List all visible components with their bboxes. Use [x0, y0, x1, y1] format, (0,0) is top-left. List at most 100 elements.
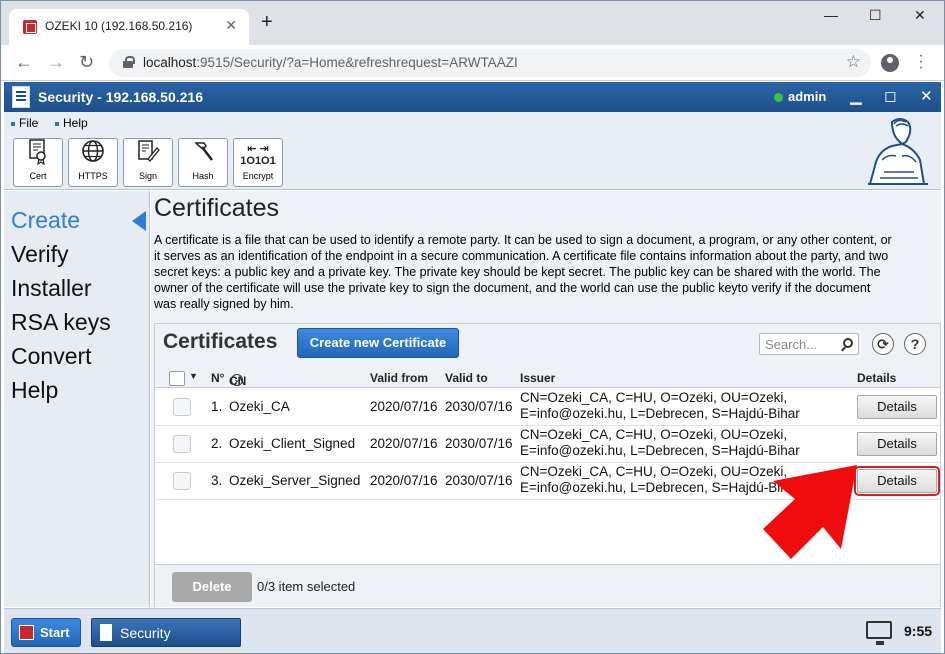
back-icon[interactable]: ← [15, 52, 33, 72]
toolbar-label: Hash [192, 171, 214, 181]
table-header: ▼ N° CN ⌄ Valid from Valid to Issuer Deta… [155, 368, 940, 388]
row-issuer: CN=Ozeki_CA, C=HU, O=Ozeki, OU=Ozeki, E=i… [520, 427, 800, 458]
row-issuer: CN=Ozeki_CA, C=HU, O=Ozeki, OU=Ozeki, E=i… [520, 464, 800, 495]
screen: OZEKI 10 (192.168.50.216) ✕ + — ☐ ✕ ← → … [0, 0, 945, 654]
active-item-arrow-icon [132, 211, 146, 231]
browser-tab[interactable]: OZEKI 10 (192.168.50.216) ✕ [9, 9, 249, 45]
row-checkbox[interactable] [173, 472, 191, 490]
select-menu-chevron-down-icon[interactable]: ▼ [189, 371, 198, 381]
user-name[interactable]: admin [788, 89, 826, 104]
row-valid-to: 2030/07/16 [445, 399, 513, 414]
help-icon: ? [910, 336, 920, 352]
address-bar[interactable]: localhost:9515/Security/?a=Home&refreshr… [109, 49, 871, 77]
create-certificate-button[interactable]: Create new Certificate [297, 328, 459, 358]
monitor-icon[interactable] [866, 621, 892, 645]
ozeki-favicon-icon [23, 20, 37, 34]
help-button[interactable]: ? [904, 333, 926, 355]
row-checkbox[interactable] [173, 435, 191, 453]
select-all-checkbox[interactable] [169, 371, 185, 386]
search-placeholder: Search... [765, 337, 818, 352]
toolbar-label: HTTPS [78, 171, 108, 181]
app-maximize-icon[interactable]: ◻ [884, 87, 896, 105]
taskbar-item-security[interactable]: Security [91, 618, 241, 647]
table-row: 1. Ozeki_CA 2020/07/16 2030/07/16 CN=Oze… [155, 389, 940, 426]
reload-icon[interactable]: ↻ [79, 52, 94, 72]
app-close-icon[interactable]: ✕ [920, 87, 933, 105]
delete-button[interactable]: Delete [172, 572, 252, 602]
row-cn: Ozeki_Server_Signed [229, 473, 361, 488]
app-title-bar: Security - 192.168.50.216 admin ▁ ◻ ✕ [4, 82, 941, 112]
security-app-icon [12, 86, 30, 108]
forward-icon[interactable]: → [47, 52, 65, 72]
row-issuer: CN=Ozeki_CA, C=HU, O=Ozeki, OU=Ozeki, E=i… [520, 390, 800, 421]
toolbar-sign-button[interactable]: Sign [123, 138, 173, 187]
sidebar-item-verify[interactable]: Verify [11, 241, 69, 268]
red-pointer-arrow-icon [763, 465, 857, 559]
row-valid-from: 2020/07/16 [370, 399, 438, 414]
sidebar-item-create[interactable]: Create [11, 207, 80, 234]
details-button[interactable]: Details [857, 395, 937, 419]
column-valid-to: Valid to [445, 371, 488, 385]
row-valid-to: 2030/07/16 [445, 473, 513, 488]
table-row: 2. Ozeki_Client_Signed 2020/07/16 2030/0… [155, 426, 940, 463]
tab-close-icon[interactable]: ✕ [225, 17, 237, 34]
ozeki-start-icon [19, 625, 34, 640]
row-number: 2. [211, 436, 223, 451]
bookmark-star-icon[interactable]: ☆ [846, 52, 861, 72]
sidebar-item-convert[interactable]: Convert [11, 343, 92, 370]
selection-info: 0/3 item selected [257, 579, 356, 594]
browser-nav-bar: ← → ↻ localhost:9515/Security/?a=Home&re… [1, 45, 944, 81]
row-cn: Ozeki_Client_Signed [229, 436, 356, 451]
column-issuer: Issuer [520, 371, 556, 385]
row-number: 1. [211, 399, 223, 414]
url-text: localhost:9515/Security/?a=Home&refreshr… [143, 55, 518, 70]
toolbar-encrypt-button[interactable]: ⇤ ⇥ 1O1O1 Encrypt [233, 138, 283, 187]
column-details: Details [857, 371, 897, 385]
sidebar-item-help[interactable]: Help [11, 377, 58, 404]
new-tab-button[interactable]: + [261, 12, 273, 32]
browser-menu-icon[interactable]: · · · [918, 48, 924, 76]
refresh-button[interactable]: ⟳ [872, 333, 894, 355]
row-checkbox[interactable] [173, 398, 191, 416]
toolbar-https-button[interactable]: HTTPS [68, 138, 118, 187]
sort-chevron-icon[interactable]: ⌄ [231, 374, 243, 386]
browser-tab-bar: OZEKI 10 (192.168.50.216) ✕ + — ☐ ✕ [1, 1, 944, 45]
page-title: Certificates [154, 194, 280, 222]
globe-icon [69, 139, 117, 167]
certificate-icon [14, 139, 62, 167]
encrypt-icon: ⇤ ⇥ 1O1O1 [240, 143, 276, 167]
toolbar-label: Cert [29, 171, 47, 181]
window-maximize-icon[interactable]: ☐ [869, 7, 882, 24]
menu-help[interactable]: Help [55, 116, 88, 130]
ozeki-statue-logo [862, 114, 934, 186]
sidebar-item-rsa-keys[interactable]: RSA keys [11, 309, 111, 336]
account-icon[interactable] [881, 54, 899, 72]
row-number: 3. [211, 473, 223, 488]
toolbar-label: Encrypt [242, 171, 274, 181]
row-valid-from: 2020/07/16 [370, 436, 438, 451]
search-input[interactable]: Search... [759, 333, 859, 355]
toolbar-label: Sign [138, 171, 157, 181]
column-valid-from: Valid from [370, 371, 429, 385]
app-minimize-icon[interactable]: ▁ [850, 87, 862, 105]
hammer-icon [179, 139, 227, 167]
search-icon[interactable] [843, 338, 853, 348]
sign-icon [124, 139, 172, 167]
online-status-icon [774, 93, 783, 102]
sidebar-item-installer[interactable]: Installer [11, 275, 92, 302]
panel-footer: Delete 0/3 item selected [155, 564, 940, 607]
menu-file[interactable]: File [11, 116, 38, 130]
page-description: A certificate is a file that can be used… [154, 233, 892, 311]
details-button[interactable]: Details [857, 432, 937, 456]
start-button[interactable]: Start [11, 618, 81, 647]
row-valid-to: 2030/07/16 [445, 436, 513, 451]
toolbar-hash-button[interactable]: Hash [178, 138, 228, 187]
row-valid-from: 2020/07/16 [370, 473, 438, 488]
tab-title: OZEKI 10 (192.168.50.216) [45, 19, 193, 33]
clock: 9:55 [904, 623, 933, 639]
start-label: Start [40, 625, 70, 640]
toolbar-cert-button[interactable]: Cert [13, 138, 63, 187]
window-close-icon[interactable]: ✕ [914, 7, 926, 24]
window-minimize-icon[interactable]: — [824, 7, 838, 23]
menu-toolbar-area: File Help Cert HTTPS Sign Hash ⇤ ⇥ 1O1O1… [4, 112, 941, 190]
